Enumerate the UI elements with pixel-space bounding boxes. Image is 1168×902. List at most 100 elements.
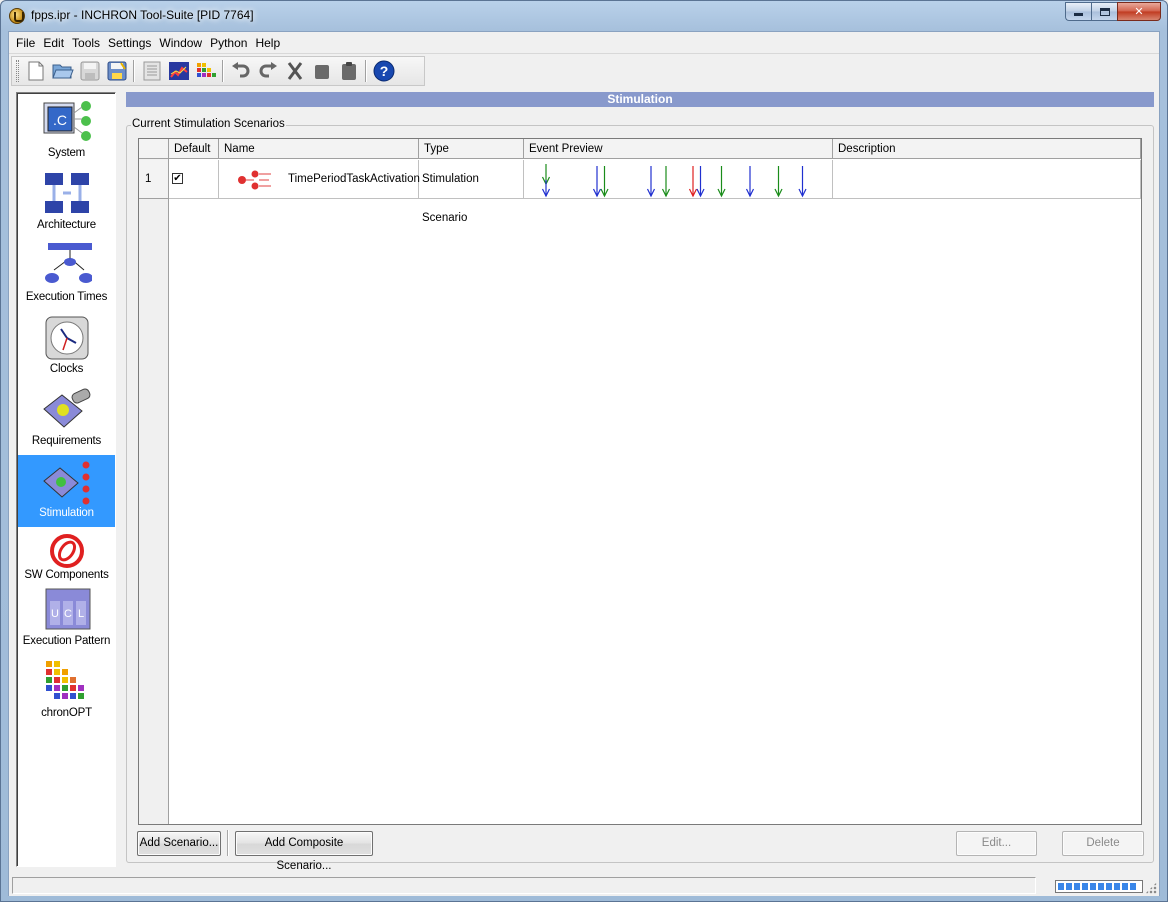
- nav-label-architecture: Architecture: [37, 219, 96, 231]
- menu-python[interactable]: Python: [206, 34, 251, 52]
- menu-edit[interactable]: Edit: [39, 34, 68, 52]
- edit-button[interactable]: Edit...: [956, 831, 1037, 856]
- toolbar-grip[interactable]: [16, 60, 19, 82]
- open-button[interactable]: [49, 58, 76, 84]
- svg-text:.C: .C: [53, 112, 67, 128]
- paste-button[interactable]: [335, 58, 362, 84]
- event-arrow: [592, 166, 602, 198]
- minimize-button[interactable]: [1065, 2, 1091, 21]
- nav-item-requirements[interactable]: Requirements: [18, 383, 115, 455]
- help-icon: ?: [373, 60, 394, 82]
- nav-label-system: System: [47, 147, 86, 159]
- default-checkbox[interactable]: ✔: [172, 173, 183, 184]
- help-button[interactable]: ?: [370, 58, 397, 84]
- project-properties-icon: [143, 61, 160, 81]
- nav-item-clocks[interactable]: Clocks: [18, 311, 115, 383]
- add-scenario-button[interactable]: Add Scenario...: [137, 831, 221, 856]
- scenarios-table[interactable]: Default Name Type Event Preview Descript…: [138, 138, 1142, 825]
- execution-pattern-icon: U C L: [45, 588, 91, 630]
- svg-text:L: L: [78, 608, 84, 620]
- nav-item-stimulation[interactable]: Stimulation: [18, 455, 115, 527]
- delete-button[interactable]: Delete: [1062, 831, 1144, 856]
- requirements-icon: [43, 388, 91, 428]
- add-composite-scenario-button[interactable]: Add Composite Scenario...: [235, 831, 373, 872]
- window-title: fpps.ipr - INCHRON Tool-Suite [PID 7764]: [31, 8, 254, 22]
- default-cell[interactable]: ✔: [169, 160, 219, 199]
- chart-view-icon: [168, 62, 189, 80]
- window-controls: ✕: [1065, 2, 1161, 22]
- nav-label-clocks: Clocks: [49, 363, 84, 375]
- copy-button[interactable]: [308, 58, 335, 84]
- menu-help[interactable]: Help: [251, 34, 284, 52]
- maximize-icon: [1099, 7, 1110, 16]
- event-arrow: [798, 166, 807, 198]
- save-button[interactable]: [76, 58, 103, 84]
- navigation-panel: .C System Architecture Execution Times C…: [16, 92, 116, 867]
- svg-text:C: C: [64, 608, 72, 620]
- column-header-type[interactable]: Type: [419, 139, 524, 159]
- event-arrow: [745, 166, 755, 198]
- event-preview-cell[interactable]: [524, 160, 833, 199]
- close-icon: ✕: [1134, 6, 1144, 18]
- title-bar[interactable]: fpps.ipr - INCHRON Tool-Suite [PID 7764]…: [1, 1, 1167, 31]
- toolbar-separator: [133, 60, 135, 82]
- section-header: Stimulation: [126, 92, 1154, 107]
- redo-button[interactable]: [254, 58, 281, 84]
- event-arrow: [646, 166, 656, 198]
- status-bar: [9, 872, 1159, 896]
- event-arrow: [661, 166, 671, 198]
- nav-item-chronopt[interactable]: chronOPT: [18, 655, 115, 727]
- description-cell[interactable]: [833, 160, 1141, 199]
- client-area: File Edit Tools Settings Window Python H…: [8, 31, 1160, 896]
- open-folder-icon: [51, 64, 74, 79]
- main-toolbar: ?: [11, 56, 425, 86]
- event-arrow: [541, 180, 551, 198]
- status-message: [12, 877, 1036, 894]
- nav-label-stimulation: Stimulation: [39, 507, 94, 519]
- chronopt-button[interactable]: [192, 58, 219, 84]
- close-button[interactable]: ✕: [1117, 2, 1161, 21]
- nav-label-execution-pattern: Execution Pattern: [22, 635, 111, 647]
- cut-button[interactable]: [281, 58, 308, 84]
- nav-item-execution-times[interactable]: Execution Times: [18, 239, 115, 311]
- chronopt-icon: [196, 63, 216, 77]
- save-as-button[interactable]: [103, 58, 130, 84]
- row-header-column: [139, 139, 169, 824]
- menu-file[interactable]: File: [12, 34, 39, 52]
- maximize-button[interactable]: [1091, 2, 1117, 21]
- undo-button[interactable]: [227, 58, 254, 84]
- new-file-button[interactable]: [22, 58, 49, 84]
- groupbox-title: Current Stimulation Scenarios: [131, 118, 286, 130]
- column-header-default[interactable]: Default: [169, 139, 219, 159]
- nav-item-execution-pattern[interactable]: U C L Execution Pattern: [18, 583, 115, 655]
- app-window: fpps.ipr - INCHRON Tool-Suite [PID 7764]…: [0, 0, 1168, 902]
- column-header-description[interactable]: Description: [833, 139, 1141, 159]
- nav-item-architecture[interactable]: Architecture: [18, 167, 115, 239]
- cut-icon: [287, 62, 302, 80]
- menu-window[interactable]: Window: [155, 34, 206, 52]
- properties-button[interactable]: [138, 58, 165, 84]
- nav-label-requirements: Requirements: [31, 435, 102, 447]
- column-header-event-preview[interactable]: Event Preview: [524, 139, 833, 159]
- chart-view-button[interactable]: [165, 58, 192, 84]
- undo-icon: [231, 62, 249, 78]
- event-arrow: [696, 166, 705, 198]
- menu-bar: File Edit Tools Settings Window Python H…: [9, 32, 1159, 54]
- new-file-icon: [28, 61, 43, 81]
- menu-settings[interactable]: Settings: [104, 34, 155, 52]
- name-cell[interactable]: TimePeriodTaskActivation: [219, 160, 420, 199]
- nav-item-system[interactable]: .C System: [18, 95, 115, 167]
- column-header-name[interactable]: Name: [219, 139, 419, 159]
- event-arrow: [717, 166, 726, 198]
- row-header[interactable]: 1: [139, 160, 169, 199]
- type-cell[interactable]: Stimulation Scenario: [419, 160, 524, 224]
- nav-label-execution-times: Execution Times: [25, 291, 108, 303]
- inchron-app-icon[interactable]: [9, 8, 25, 24]
- event-arrow: [688, 166, 698, 198]
- resize-grip[interactable]: [1145, 882, 1157, 894]
- table-corner[interactable]: [139, 139, 169, 159]
- event-arrow: [774, 166, 783, 198]
- menu-tools[interactable]: Tools: [68, 34, 104, 52]
- event-preview-graph: [541, 164, 807, 198]
- system-icon: .C: [43, 101, 91, 141]
